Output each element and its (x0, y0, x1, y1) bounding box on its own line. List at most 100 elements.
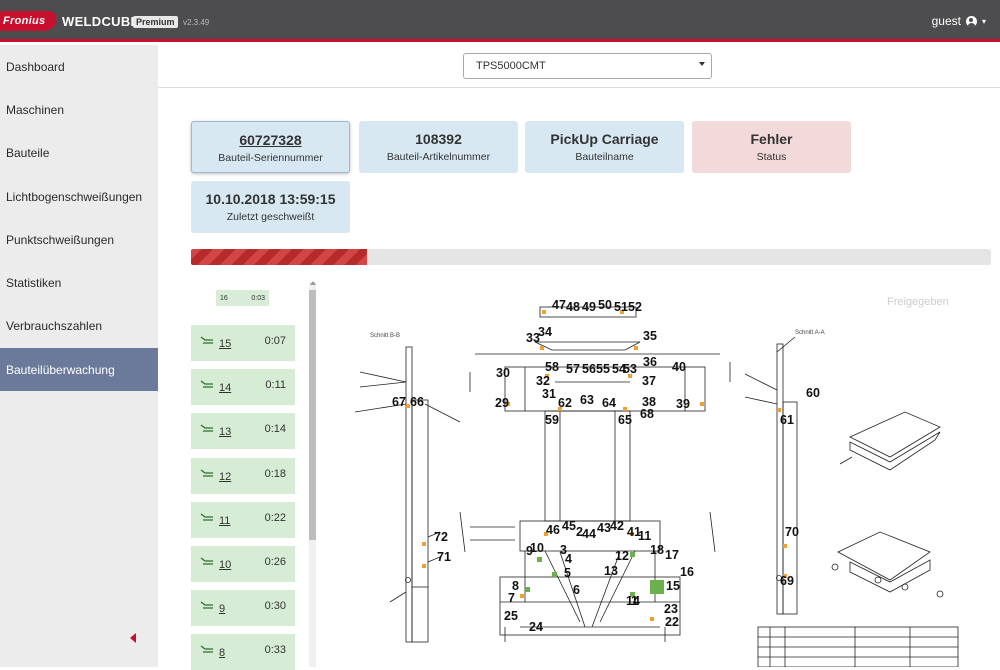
sidebar-item-bauteile[interactable]: Bauteile (0, 132, 158, 175)
weld-number[interactable]: 13 (219, 426, 231, 438)
weld-point-label[interactable]: 51 (614, 300, 628, 314)
weld-point-label[interactable]: 40 (672, 360, 686, 374)
weld-point-label[interactable]: 54 (612, 362, 626, 376)
weld-point-label[interactable]: 42 (610, 519, 624, 533)
weld-number[interactable]: 14 (219, 382, 231, 394)
weld-point-label[interactable]: 6 (573, 583, 580, 597)
collapse-sidebar-icon[interactable] (130, 633, 136, 643)
card-article-number: 108392 Bauteil-Artikelnummer (359, 121, 518, 173)
weld-point-label[interactable]: 32 (536, 374, 550, 388)
weld-point-label[interactable]: 55 (596, 362, 610, 376)
weld-point-label[interactable]: 72 (434, 530, 448, 544)
weld-point-label[interactable]: 35 (643, 329, 657, 343)
weld-point-label[interactable]: 14 (626, 594, 640, 608)
weld-list-item[interactable]: 13 0:14 (191, 413, 295, 450)
weld-list-item[interactable]: 8 0:33 (191, 634, 295, 670)
weld-point-label[interactable]: 41 (627, 525, 641, 539)
weld-point-label[interactable]: 4 (565, 552, 572, 566)
weld-number[interactable]: 12 (219, 471, 231, 483)
serial-number-value[interactable]: 60727328 (192, 132, 349, 148)
weld-number[interactable]: 10 (219, 559, 231, 571)
version-label: v2.3.49 (183, 18, 210, 27)
weld-seam-icon (200, 601, 213, 609)
user-menu[interactable]: guest ▾ (932, 14, 986, 28)
weld-list-item[interactable]: 10 0:26 (191, 546, 295, 582)
card-serial-number[interactable]: 60727328 Bauteil-Seriennummer (191, 121, 350, 173)
weld-point-label[interactable]: 23 (664, 602, 678, 616)
weld-number[interactable]: 8 (219, 647, 225, 659)
weld-list-item[interactable]: 15 0:07 (191, 325, 295, 361)
weld-list-item[interactable]: 12 0:18 (191, 457, 295, 494)
weld-point-label[interactable]: 31 (542, 387, 556, 401)
weld-point-label[interactable]: 47 (552, 298, 566, 312)
weld-list-scrollbar[interactable] (309, 282, 316, 667)
sidebar-item-statistiken[interactable]: Statistiken (0, 261, 158, 304)
weld-list-item[interactable]: 11 0:22 (191, 501, 295, 538)
weld-point-label[interactable]: 68 (640, 407, 654, 421)
weld-point-label[interactable]: 18 (650, 543, 664, 557)
weld-number[interactable]: 9 (219, 603, 225, 615)
weld-point-label[interactable]: 49 (582, 300, 596, 314)
weld-point-label[interactable]: 43 (597, 521, 611, 535)
weld-point-label[interactable]: 37 (642, 374, 656, 388)
weld-point-label[interactable]: 15 (666, 579, 680, 593)
weld-point-label[interactable]: 17 (665, 548, 679, 562)
weld-point-label[interactable]: 60 (806, 386, 820, 400)
weld-point-label[interactable]: 24 (529, 620, 543, 634)
sidebar-item-maschinen[interactable]: Maschinen (0, 88, 158, 131)
sidebar-item-verbrauchszahlen[interactable]: Verbrauchszahlen (0, 305, 158, 348)
weld-point-label[interactable]: 29 (495, 396, 509, 410)
weld-point-label[interactable]: 57 (566, 362, 580, 376)
fronius-logo[interactable]: Fronius (0, 11, 59, 31)
weld-point-label[interactable]: 65 (618, 413, 632, 427)
weld-point-label[interactable]: 36 (643, 355, 657, 369)
weld-point-label[interactable]: 22 (665, 615, 679, 629)
weld-point-label[interactable]: 16 (680, 565, 694, 579)
weld-point-label[interactable]: 63 (580, 393, 594, 407)
weld-point-label[interactable]: 64 (602, 396, 616, 410)
weld-point-label[interactable]: 59 (545, 413, 559, 427)
weld-point-label[interactable]: 25 (504, 609, 518, 623)
weld-duration: 0:07 (264, 335, 286, 347)
sidebar-item-punktschweissungen[interactable]: Punktschweißungen (0, 218, 158, 261)
weld-point-label[interactable]: 5 (564, 566, 571, 580)
sidebar-item-bauteilueberwachung[interactable]: Bauteilüberwachung (0, 348, 158, 392)
weld-point-label[interactable]: 34 (538, 325, 552, 339)
scrollbar-thumb[interactable] (309, 290, 316, 540)
weld-point-label[interactable]: 52 (628, 300, 642, 314)
device-select[interactable]: TPS5000CMT (463, 53, 712, 79)
weld-seam-icon (200, 336, 213, 344)
sidebar-item-dashboard[interactable]: Dashboard (0, 45, 158, 88)
weld-number[interactable]: 15 (219, 338, 231, 350)
weld-point-label[interactable]: 48 (566, 300, 580, 314)
weld-point-label[interactable]: 56 (582, 362, 596, 376)
weld-seam-icon (200, 469, 213, 477)
weld-point-label[interactable]: 71 (437, 550, 451, 564)
scroll-up-icon[interactable] (310, 281, 316, 285)
weld-point-label[interactable]: 67 (392, 395, 406, 409)
weld-point-label[interactable]: 10 (530, 541, 544, 555)
weld-point-label[interactable]: 70 (785, 525, 799, 539)
weld-point-label[interactable]: 50 (598, 298, 612, 312)
weld-point-label[interactable]: 8 (512, 579, 519, 593)
weld-point-label[interactable]: 7 (508, 591, 515, 605)
weld-point-label[interactable]: 46 (546, 523, 560, 537)
weld-point-label[interactable]: 66 (410, 395, 424, 409)
weld-seam-icon (200, 645, 213, 654)
weld-list-item[interactable]: 14 0:11 (191, 369, 295, 406)
weld-point-label[interactable]: 39 (676, 397, 690, 411)
weld-point-label[interactable]: 45 (562, 519, 576, 533)
weld-list-item[interactable]: 9 0:30 (191, 590, 295, 627)
weld-point-label[interactable]: 61 (780, 413, 794, 427)
weld-list-current: 16 0:03 (216, 290, 269, 306)
weld-point-label[interactable]: 62 (558, 396, 572, 410)
weld-point-label[interactable]: 30 (496, 366, 510, 380)
weld-point-label[interactable]: 58 (545, 360, 559, 374)
serial-number-label: Bauteil-Seriennummer (218, 152, 323, 164)
sidebar-item-lichtbogenschweissungen[interactable]: Lichtbogenschweißungen (0, 175, 158, 218)
weld-number[interactable]: 11 (219, 515, 230, 527)
weld-point-label[interactable]: 69 (780, 574, 794, 588)
weld-point-label[interactable]: 12 (615, 549, 629, 563)
weld-point-label[interactable]: 13 (604, 564, 618, 578)
weld-point-label[interactable]: 44 (582, 527, 596, 541)
